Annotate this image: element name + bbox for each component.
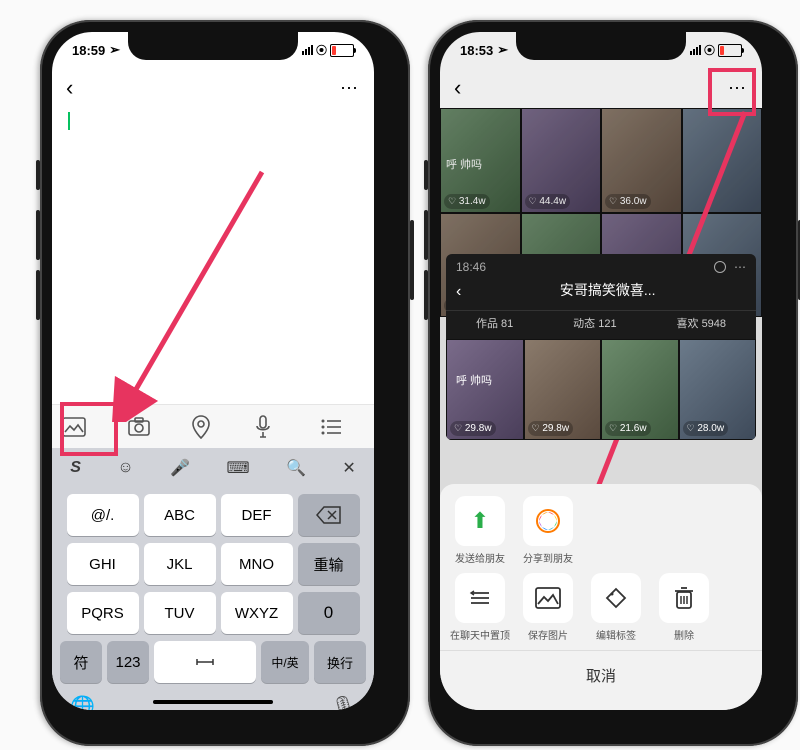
screen-right: 18:53 ➢ ⦿ ‹ ⋯ ♡ 31.4w ♡ 44.4w ♡ 36.0w 呼 … (440, 32, 762, 710)
overlay-title: 安哥搞笑微喜... (469, 278, 746, 306)
dictation-icon[interactable]: 🎙 (331, 694, 356, 710)
signal-icon (302, 45, 313, 55)
key-def[interactable]: DEF (221, 494, 293, 536)
notch (128, 32, 298, 60)
key-tuv[interactable]: TUV (144, 592, 216, 634)
sheet-label: 编辑标签 (596, 627, 636, 642)
video-cell[interactable] (682, 108, 763, 213)
caption-overlay: 呼 帅吗 (456, 372, 492, 388)
sheet-pin-chat[interactable]: 在聊天中置顶 (452, 573, 508, 642)
voice-icon[interactable]: 🎤 (170, 458, 190, 478)
sheet-save-image[interactable]: 保存图片 (520, 573, 576, 642)
emoji-icon[interactable]: ☺ (117, 459, 133, 477)
sheet-cancel[interactable]: 取消 (440, 650, 762, 710)
key-ghi[interactable]: GHI (67, 543, 139, 585)
more-button[interactable]: ⋯ (728, 78, 748, 99)
action-sheet: ⬆ 发送给朋友 分享到朋友 在聊天中置顶 (440, 484, 762, 710)
video-grid-top: ♡ 31.4w ♡ 44.4w ♡ 36.0w (440, 108, 762, 213)
close-icon[interactable]: ✕ (342, 458, 355, 478)
video-cell[interactable]: ♡ 44.4w (521, 108, 602, 213)
battery-icon (330, 44, 354, 57)
annotation-arrow-left (112, 162, 272, 422)
key-abc[interactable]: ABC (144, 494, 216, 536)
keyboard-accessory: S ☺ 🎤 ⌨ 🔍 ✕ (52, 448, 374, 489)
pin-icon (455, 573, 505, 623)
save-image-icon (523, 573, 573, 623)
share-moments-icon (523, 496, 573, 546)
back-button[interactable]: ‹ (454, 75, 461, 101)
nav-bar: ‹ ⋯ (52, 68, 374, 108)
home-indicator[interactable] (153, 700, 273, 704)
sheet-edit-tag[interactable]: 编辑标签 (588, 573, 644, 642)
sheet-label: 发送给朋友 (455, 550, 505, 565)
battery-icon (718, 44, 742, 57)
status-time: 18:59 (72, 43, 105, 58)
nav-bar: ‹ ⋯ (440, 68, 762, 108)
mic-icon[interactable] (255, 415, 299, 439)
location-icon: ➢ (497, 42, 508, 58)
phone-left: 18:59 ➢ ⦿ ‹ ⋯ (40, 20, 410, 746)
notch (516, 32, 686, 60)
location-icon: ➢ (109, 42, 120, 58)
compose-toolbar (52, 404, 374, 450)
key-backspace[interactable] (298, 494, 360, 536)
image-icon[interactable] (62, 417, 106, 437)
overlay-activity[interactable]: 动态 121 (573, 315, 616, 331)
key-lang[interactable]: 中/英 (261, 641, 309, 683)
status-time: 18:53 (460, 43, 493, 58)
sheet-send-friend[interactable]: ⬆ 发送给朋友 (452, 496, 508, 565)
kbd-brand-icon[interactable]: S (70, 459, 81, 477)
signal-icon (690, 45, 701, 55)
sheet-label: 分享到朋友 (523, 550, 573, 565)
sheet-share-moments[interactable]: 分享到朋友 (520, 496, 576, 565)
overlay-time: 18:46 (456, 260, 486, 274)
video-cell[interactable]: ♡ 29.8w (446, 339, 524, 440)
key-jkl[interactable]: JKL (144, 543, 216, 585)
video-cell[interactable]: ♡ 29.8w (524, 339, 602, 440)
overlay-works[interactable]: 作品 81 (476, 315, 513, 331)
caption-overlay: 呼 帅吗 (446, 156, 482, 172)
edit-tag-icon (591, 573, 641, 623)
overlay-menu-icon[interactable]: ⋯ (714, 260, 746, 274)
overlay-back-icon[interactable]: ‹ (456, 283, 461, 301)
miniprogram-overlay[interactable]: 18:46 ⋯ ‹ 安哥搞笑微喜... 作品 81 动态 121 喜欢 5948… (446, 254, 756, 440)
phone-right: 18:53 ➢ ⦿ ‹ ⋯ ♡ 31.4w ♡ 44.4w ♡ 36.0w 呼 … (428, 20, 798, 746)
search-icon[interactable]: 🔍 (286, 458, 306, 478)
video-cell[interactable]: ♡ 21.6w (601, 339, 679, 440)
sheet-delete[interactable]: 删除 (656, 573, 712, 642)
canvas: { "left": { "status": { "time": "18:59",… (0, 0, 800, 750)
back-button[interactable]: ‹ (66, 75, 73, 101)
location-icon[interactable] (191, 415, 235, 439)
keyboard: @/. ABC DEF GHI JKL MNO 重输 PQRS TUV WXYZ… (52, 488, 374, 710)
globe-icon[interactable]: 🌐 (70, 694, 95, 710)
keyboard-icon[interactable]: ⌨ (226, 458, 249, 478)
key-symbols[interactable]: @/. (67, 494, 139, 536)
send-friend-icon: ⬆ (455, 496, 505, 546)
camera-icon[interactable] (127, 417, 171, 437)
key-mno[interactable]: MNO (221, 543, 293, 585)
video-cell[interactable]: ♡ 28.0w (679, 339, 757, 440)
more-button[interactable]: ⋯ (340, 78, 360, 99)
overlay-likes[interactable]: 喜欢 5948 (677, 315, 727, 331)
key-123[interactable]: 123 (107, 641, 149, 683)
key-pqrs[interactable]: PQRS (67, 592, 139, 634)
compose-area[interactable] (68, 112, 358, 130)
key-wxyz[interactable]: WXYZ (221, 592, 293, 634)
video-cell[interactable]: ♡ 36.0w (601, 108, 682, 213)
wifi-icon: ⦿ (316, 42, 327, 58)
sheet-label: 保存图片 (528, 627, 568, 642)
sheet-label: 删除 (674, 627, 694, 642)
key-sym[interactable]: 符 (60, 641, 102, 683)
screen-left: 18:59 ➢ ⦿ ‹ ⋯ (52, 32, 374, 710)
delete-icon (659, 573, 709, 623)
sheet-label: 在聊天中置顶 (450, 627, 510, 642)
list-icon[interactable] (320, 418, 364, 436)
key-zero[interactable]: 0 (298, 592, 360, 634)
key-space[interactable] (154, 641, 256, 683)
text-cursor (68, 112, 70, 130)
key-retype[interactable]: 重输 (298, 543, 360, 585)
wifi-icon: ⦿ (704, 42, 715, 58)
key-enter[interactable]: 换行 (314, 641, 366, 683)
